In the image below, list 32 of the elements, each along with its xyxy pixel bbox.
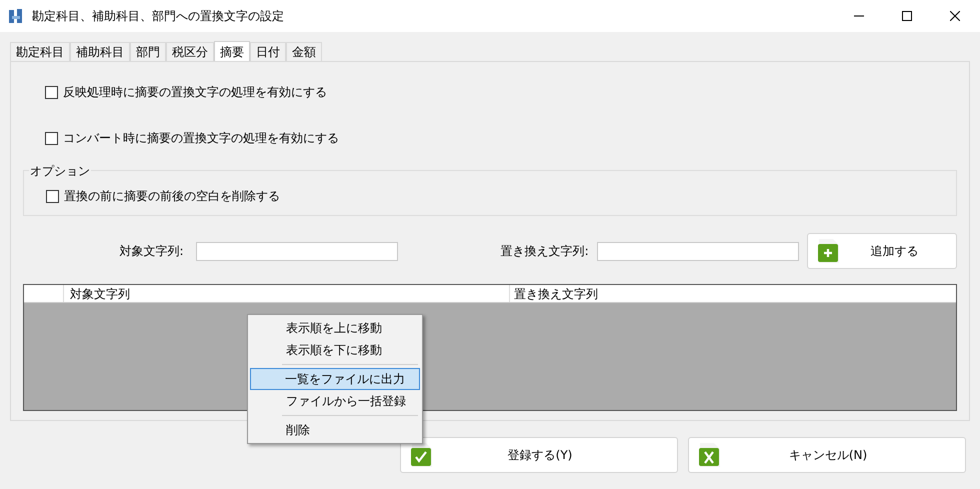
field-label: 対象文字列:	[118, 243, 184, 260]
cancel-button[interactable]: キャンセル(N)	[688, 437, 966, 473]
tab[interactable]: 金額	[286, 42, 322, 61]
add-button[interactable]: 追加する	[807, 233, 957, 269]
menu-item[interactable]: 表示順を上に移動	[250, 317, 420, 339]
checkbox[interactable]	[45, 132, 58, 144]
column-header[interactable]: 置き換え文字列	[510, 285, 956, 302]
checkbox[interactable]	[45, 86, 58, 98]
tab[interactable]: 補助科目	[70, 42, 130, 61]
menu-item[interactable]: 表示順を下に移動	[250, 339, 420, 361]
input-field[interactable]	[196, 242, 398, 260]
checkbox-label: コンバート時に摘要の置換文字の処理を有効にする	[63, 130, 339, 147]
column-header[interactable]: 対象文字列	[64, 285, 510, 302]
field-label: 置き換え文字列:	[500, 243, 589, 260]
input-field[interactable]	[596, 242, 800, 260]
register-button[interactable]: 登録する(Y)	[400, 437, 678, 473]
tab[interactable]: 日付	[250, 42, 286, 61]
tab[interactable]: 摘要	[214, 41, 250, 62]
app-icon	[8, 8, 24, 24]
checkbox[interactable]	[46, 190, 59, 202]
maximize-icon[interactable]	[902, 11, 912, 21]
menu-item[interactable]: ファイルから一括登録	[250, 390, 420, 412]
tab[interactable]: 部門	[130, 42, 166, 61]
close-icon[interactable]	[950, 11, 960, 21]
menu-item[interactable]: 一覧をファイルに出力	[250, 368, 420, 390]
window-title: 勘定科目、補助科目、部門への置換文字の設定	[32, 8, 284, 25]
plus-icon	[818, 238, 840, 264]
checkbox-label: 反映処理時に摘要の置換文字の処理を有効にする	[63, 84, 327, 101]
checkbox-label: 置換の前に摘要の前後の空白を削除する	[64, 188, 280, 205]
x-icon	[699, 442, 721, 468]
tab[interactable]: 勘定科目	[10, 42, 70, 61]
tab[interactable]: 税区分	[166, 42, 214, 61]
